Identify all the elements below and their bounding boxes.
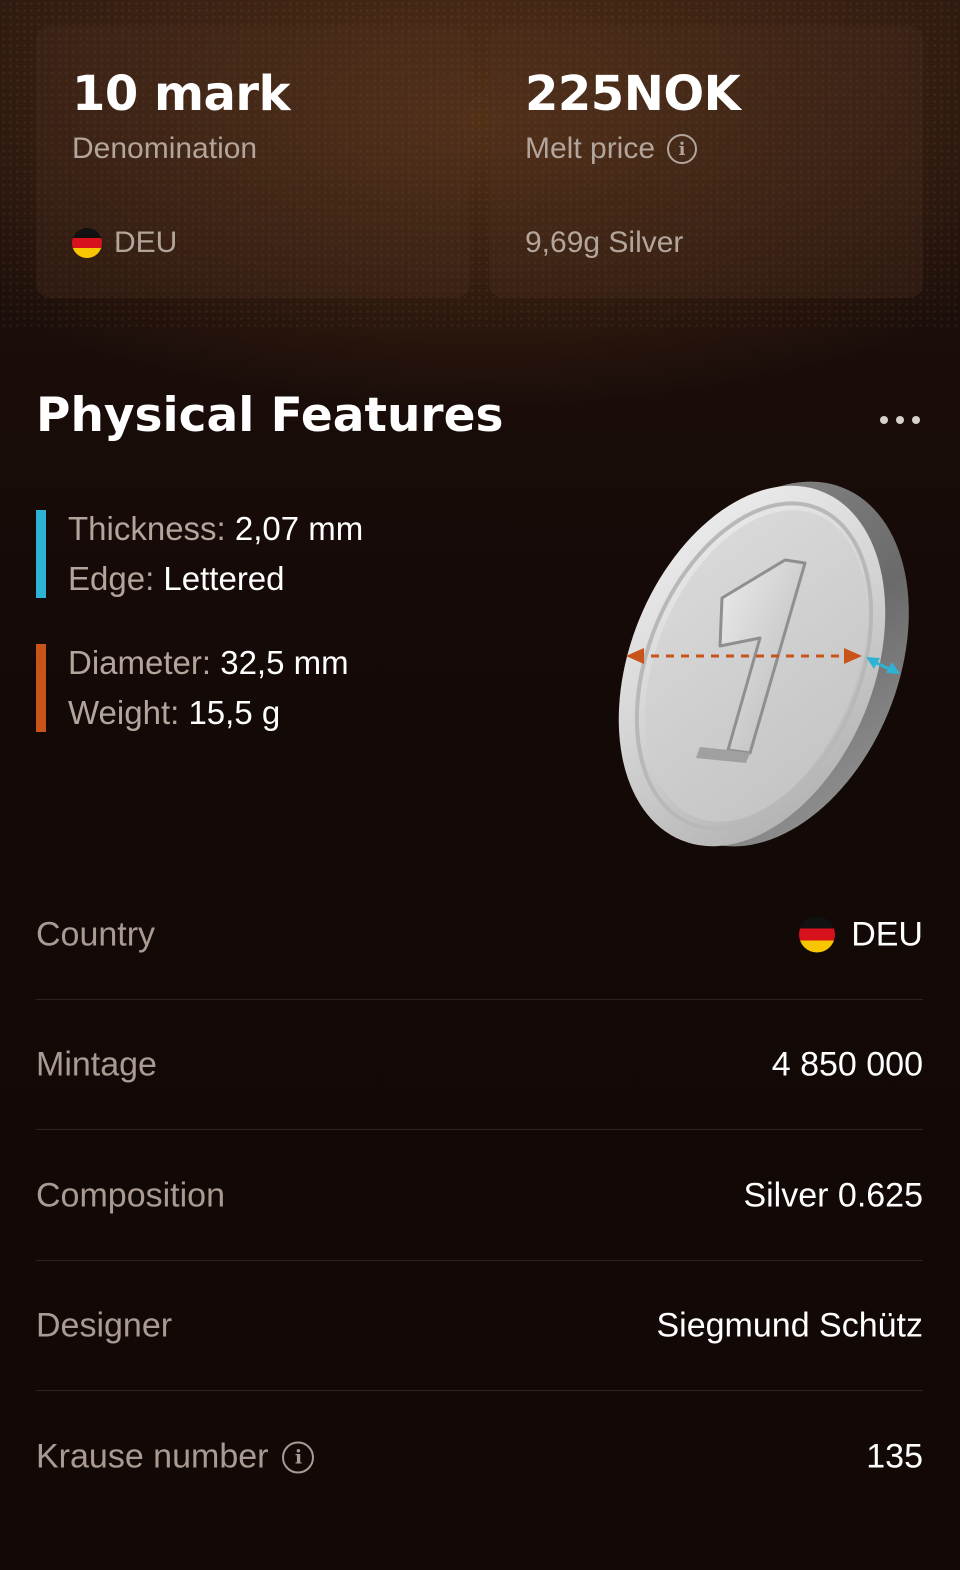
germany-flag-icon [72,228,102,258]
denomination-label: Denomination [72,132,257,166]
country-value-text: DEU [851,915,923,953]
designer-value: Siegmund Schütz [656,1306,924,1344]
coin-icon [618,481,909,847]
more-options-icon[interactable] [874,402,926,438]
edge-value: Lettered [163,560,285,597]
composition-value: Silver 0.625 [743,1176,923,1214]
info-icon[interactable]: i [667,134,698,164]
detail-row-composition[interactable]: Composition Silver 0.625 [36,1131,923,1261]
germany-flag-icon [799,916,836,953]
country-value: DEU [799,915,923,954]
weight-label: Weight: [68,694,180,731]
composition-label: Composition [36,1176,225,1214]
denomination-label-text: Denomination [72,132,258,165]
krause-value: 135 [866,1437,923,1476]
weight-line: Weight: 15,5 g [68,694,280,732]
mintage-label: Mintage [36,1045,157,1083]
diameter-line: Diameter: 32,5 mm [68,644,349,682]
melt-price-sub: 9,69g Silver [525,226,684,259]
diameter-label: Diameter: [68,644,212,681]
thickness-label: Thickness: [68,510,226,547]
edge-line: Edge: Lettered [68,560,285,598]
mintage-value: 4 850 000 [771,1045,923,1083]
weight-value: 15,5 g [188,694,281,731]
thickness-line: Thickness: 2,07 mm [68,510,363,548]
melt-price-value: 225NOK [525,66,741,122]
melt-price-card[interactable]: 225NOK Melt price i 9,69g Silver [489,26,923,298]
edge-label: Edge: [68,560,155,597]
thickness-value: 2,07 mm [234,510,364,547]
detail-row-country[interactable]: Country DEU [36,870,923,1000]
denomination-country-code: DEU [114,226,178,259]
feature-bar-blue [36,510,46,598]
melt-price-label: Melt price i [525,132,698,166]
denomination-country: DEU [72,226,177,260]
coin-details-page: 10 mark Denomination DEU 225NOK Melt pri… [0,0,960,1570]
designer-label: Designer [36,1306,173,1344]
krause-label: Krause number i [36,1437,315,1477]
denomination-value: 10 mark [72,66,291,122]
detail-row-mintage[interactable]: Mintage 4 850 000 [36,1000,923,1130]
coin-illustration [600,468,920,868]
section-title: Physical Features [36,388,504,443]
krause-label-text: Krause number [36,1437,269,1476]
feature-bar-orange [36,644,46,732]
denomination-card[interactable]: 10 mark Denomination DEU [36,26,470,298]
diameter-value: 32,5 mm [220,644,349,681]
info-icon[interactable]: i [282,1441,315,1473]
detail-row-designer[interactable]: Designer Siegmund Schütz [36,1261,923,1391]
country-label: Country [36,915,156,953]
detail-row-krause[interactable]: Krause number i 135 [36,1392,923,1522]
melt-price-label-text: Melt price [525,132,656,165]
